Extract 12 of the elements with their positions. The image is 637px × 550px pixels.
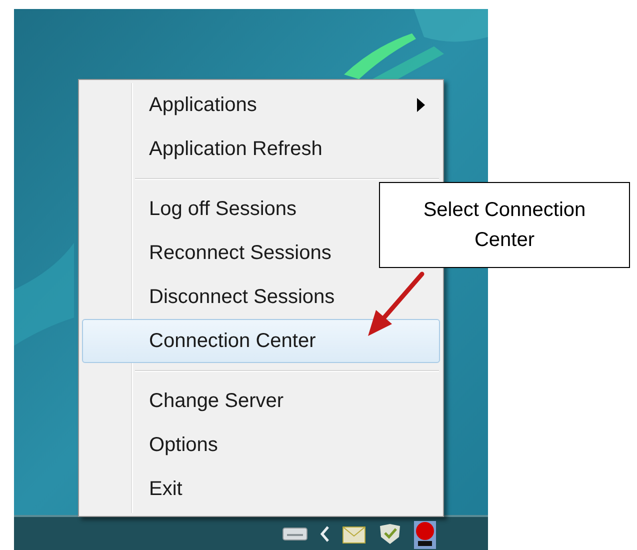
keyboard-icon[interactable] [282,526,308,542]
menu-item[interactable]: Disconnect Sessions [82,275,440,319]
chevron-left-icon[interactable] [320,525,330,543]
menu-item[interactable]: Exit [82,467,440,511]
menu-item[interactable]: Application Refresh [82,127,440,171]
envelope-icon[interactable] [342,524,366,544]
callout-text: Select Connection Center [422,198,587,253]
shield-check-icon[interactable] [378,523,402,545]
menu-item[interactable]: Change Server [82,379,440,423]
menu-item[interactable]: Connection Center [82,319,440,363]
menu-item[interactable]: Applications [82,83,440,127]
menu-item[interactable]: Options [82,423,440,467]
